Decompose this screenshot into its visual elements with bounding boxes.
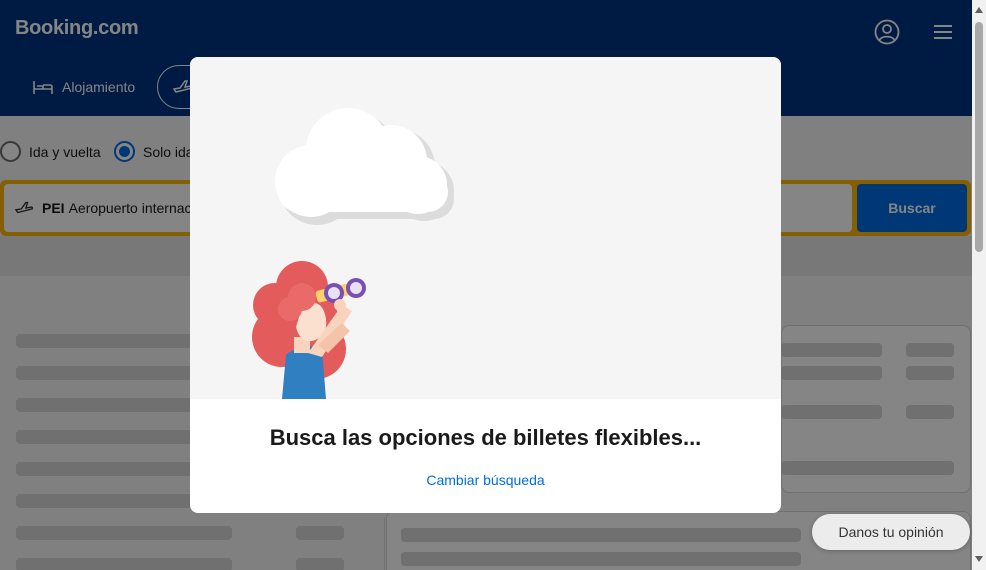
scroll-down-arrow[interactable] [975,556,983,562]
scroll-up-arrow[interactable] [975,7,983,13]
binoculars-illustration [252,108,454,399]
change-search-link[interactable]: Cambiar búsqueda [190,472,781,488]
scrollbar[interactable] [972,0,986,570]
scroll-thumb[interactable] [975,22,983,252]
feedback-button[interactable]: Danos tu opinión [812,514,970,550]
modal-illustration [190,57,781,399]
loading-modal: Busca las opciones de billetes flexibles… [190,57,781,513]
modal-title: Busca las opciones de billetes flexibles… [269,425,702,450]
